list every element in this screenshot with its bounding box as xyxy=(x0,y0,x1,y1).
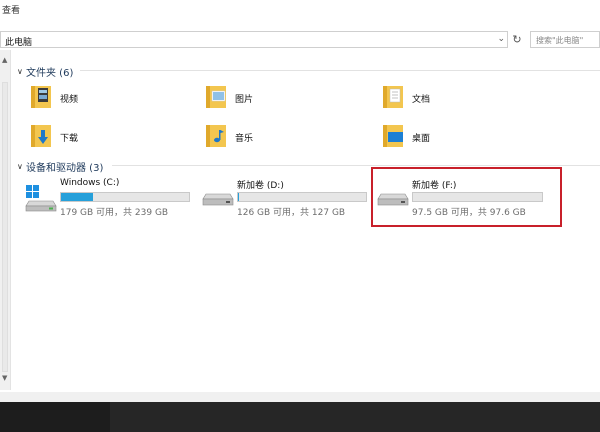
taskbar-background xyxy=(0,402,600,432)
folder-item-pictures[interactable]: 图片 xyxy=(205,83,345,113)
folder-label: 图片 xyxy=(235,95,254,105)
drive-info: 179 GB 可用，共 239 GB xyxy=(60,208,169,218)
pictures-folder-icon xyxy=(206,86,226,108)
folder-item-desktop[interactable]: 桌面 xyxy=(382,122,522,152)
documents-folder-icon xyxy=(383,86,403,108)
folder-item-music[interactable]: 音乐 xyxy=(205,122,345,152)
videos-folder-icon xyxy=(31,86,51,108)
drive-item-c[interactable]: Windows (C:) 179 GB 可用，共 239 GB xyxy=(25,176,195,220)
status-bar xyxy=(0,392,600,402)
folder-label: 文档 xyxy=(412,95,431,105)
group-divider xyxy=(80,70,600,71)
desktop-folder-icon xyxy=(383,125,403,147)
folder-item-videos[interactable]: 视频 xyxy=(30,83,170,113)
drives-group-title[interactable]: 设备和驱动器 (3) xyxy=(26,159,103,174)
search-placeholder: 搜索"此电脑" xyxy=(536,36,584,45)
highlight-box xyxy=(371,167,562,227)
downloads-folder-icon xyxy=(31,125,51,147)
group-divider xyxy=(112,165,600,166)
drive-name: 新加卷 (D:) xyxy=(237,181,284,191)
system-drive-icon xyxy=(25,185,57,212)
drive-usage-fill xyxy=(61,193,93,201)
address-bar[interactable]: 此电脑 ⌄ xyxy=(0,31,508,48)
drive-item-d[interactable]: 新加卷 (D:) 126 GB 可用，共 127 GB xyxy=(202,176,372,220)
scroll-down-icon[interactable]: ▼ xyxy=(2,374,7,382)
drive-name: Windows (C:) xyxy=(60,178,120,188)
folder-label: 下载 xyxy=(60,134,79,144)
hard-drive-icon xyxy=(202,193,234,206)
scrollbar-thumb[interactable] xyxy=(2,82,8,372)
view-menu-label[interactable]: 查看 xyxy=(2,3,20,16)
chevron-down-icon[interactable]: ⌄ xyxy=(497,34,505,44)
folder-item-downloads[interactable]: 下载 xyxy=(30,122,170,152)
folder-label: 音乐 xyxy=(235,134,254,144)
scroll-up-icon[interactable]: ▲ xyxy=(2,56,7,64)
folder-item-documents[interactable]: 文档 xyxy=(382,83,522,113)
drive-usage-fill xyxy=(238,193,240,201)
drive-usage-bar xyxy=(237,192,367,202)
drive-usage-bar xyxy=(60,192,190,202)
search-input[interactable]: 搜索"此电脑" xyxy=(530,31,600,48)
chevron-down-icon[interactable]: ∨ xyxy=(17,162,23,171)
taskbar-shade xyxy=(0,402,110,432)
address-path: 此电脑 xyxy=(5,38,33,48)
folder-label: 视频 xyxy=(60,95,79,105)
chevron-down-icon[interactable]: ∨ xyxy=(17,67,23,76)
music-folder-icon xyxy=(206,125,226,147)
drive-info: 126 GB 可用，共 127 GB xyxy=(237,208,346,218)
folder-label: 桌面 xyxy=(412,134,431,144)
folders-group-title[interactable]: 文件夹 (6) xyxy=(26,64,73,79)
refresh-icon[interactable]: ↻ xyxy=(510,31,524,48)
